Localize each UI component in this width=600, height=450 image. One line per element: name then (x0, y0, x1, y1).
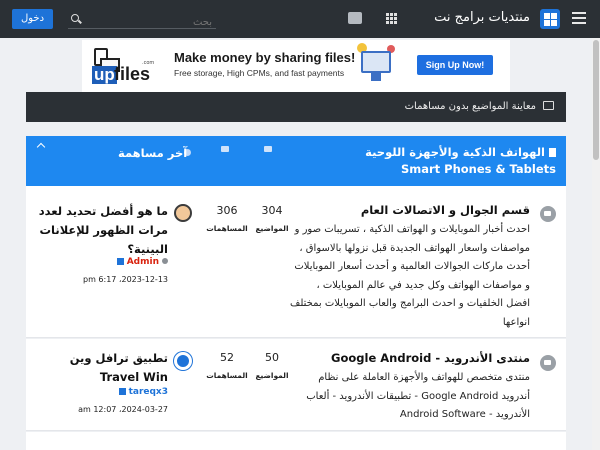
ad-headline: Make money by sharing files! (174, 50, 356, 65)
posts-count: 306 المساهمات (206, 204, 248, 233)
file-icon (549, 148, 556, 157)
search-input[interactable] (84, 13, 214, 32)
ad-subline: Free storage, High CPMs, and fast paymen… (174, 68, 345, 78)
goto-post-icon[interactable] (118, 388, 126, 395)
scrollbar-thumb[interactable] (593, 40, 599, 160)
page-scrollbar[interactable] (592, 38, 600, 450)
comment-icon (543, 101, 554, 110)
forum-row (26, 432, 566, 450)
login-button[interactable]: دخول (12, 9, 54, 29)
topics-icon (264, 146, 272, 152)
category-header: الهواتف الذكية والأجهزة اللوحية Smart Ph… (26, 136, 566, 186)
avatar[interactable] (174, 352, 192, 370)
search-box (68, 10, 216, 32)
forum-row: قسم الجوال و الاتصالات العام احدث أخبار … (26, 186, 566, 338)
avatar[interactable] (174, 204, 192, 222)
site-title[interactable]: منتديات برامج نت (434, 10, 530, 25)
chevron-up-icon[interactable] (36, 142, 46, 152)
chat-icon[interactable] (348, 12, 362, 24)
last-post-title[interactable]: تطبيق ترافل وين Travel Win (32, 349, 168, 387)
search-icon[interactable] (71, 14, 79, 22)
ad-signup-button[interactable]: Sign Up Now! (417, 55, 493, 75)
posts-icon (221, 146, 229, 152)
last-post-header: آخر مساهمة (118, 146, 188, 160)
forum-description: احدث أخبار الموبايلات و الهواتف الذكية ،… (290, 224, 530, 328)
forum-icon (540, 355, 556, 371)
unanswered-topics-link[interactable]: معاينة المواضيع بدون مساهمات (405, 101, 536, 112)
ad-banner[interactable]: up files .com Make money by sharing file… (82, 40, 510, 92)
category-title[interactable]: الهواتف الذكية والأجهزة اللوحية Smart Ph… (326, 144, 556, 178)
forum-description: منتدى متخصص للهواتف والأجهزة العاملة على… (306, 372, 530, 420)
top-navbar: منتديات برامج نت دخول (0, 0, 600, 38)
apps-grid-icon[interactable] (386, 13, 398, 25)
site-logo-icon[interactable] (540, 9, 560, 29)
menu-icon[interactable] (572, 12, 586, 24)
upfiles-logo: up files .com (86, 44, 158, 86)
author-link[interactable]: tareqx3 (129, 387, 168, 397)
last-post-date: 2024-03-27، 12:07 am (78, 405, 168, 414)
last-post-author: Admin (32, 257, 168, 267)
forum-title[interactable]: منتدى الأندرويد - Google Android (331, 351, 530, 365)
posts-count: 52 المساهمات (206, 351, 248, 380)
goto-post-icon[interactable] (116, 258, 124, 265)
last-post-date: 2023-12-13، 6:17 pm (82, 275, 168, 284)
user-icon (162, 258, 168, 264)
ad-illustration (357, 43, 399, 89)
author-link[interactable]: Admin (127, 257, 159, 267)
last-post-title[interactable]: ما هو أفضل تحديد لعدد مرات الظهور للإعلا… (32, 202, 168, 259)
unanswered-topics-bar[interactable]: معاينة المواضيع بدون مساهمات (26, 92, 566, 122)
last-post-author: tareqx3 (32, 387, 168, 397)
forum-title[interactable]: قسم الجوال و الاتصالات العام (361, 203, 530, 217)
logo-com-text: .com (142, 60, 155, 66)
forum-row: منتدى الأندرويد - Google Android منتدى م… (26, 339, 566, 431)
forum-icon (540, 206, 556, 222)
logo-files-text: files (114, 64, 151, 84)
